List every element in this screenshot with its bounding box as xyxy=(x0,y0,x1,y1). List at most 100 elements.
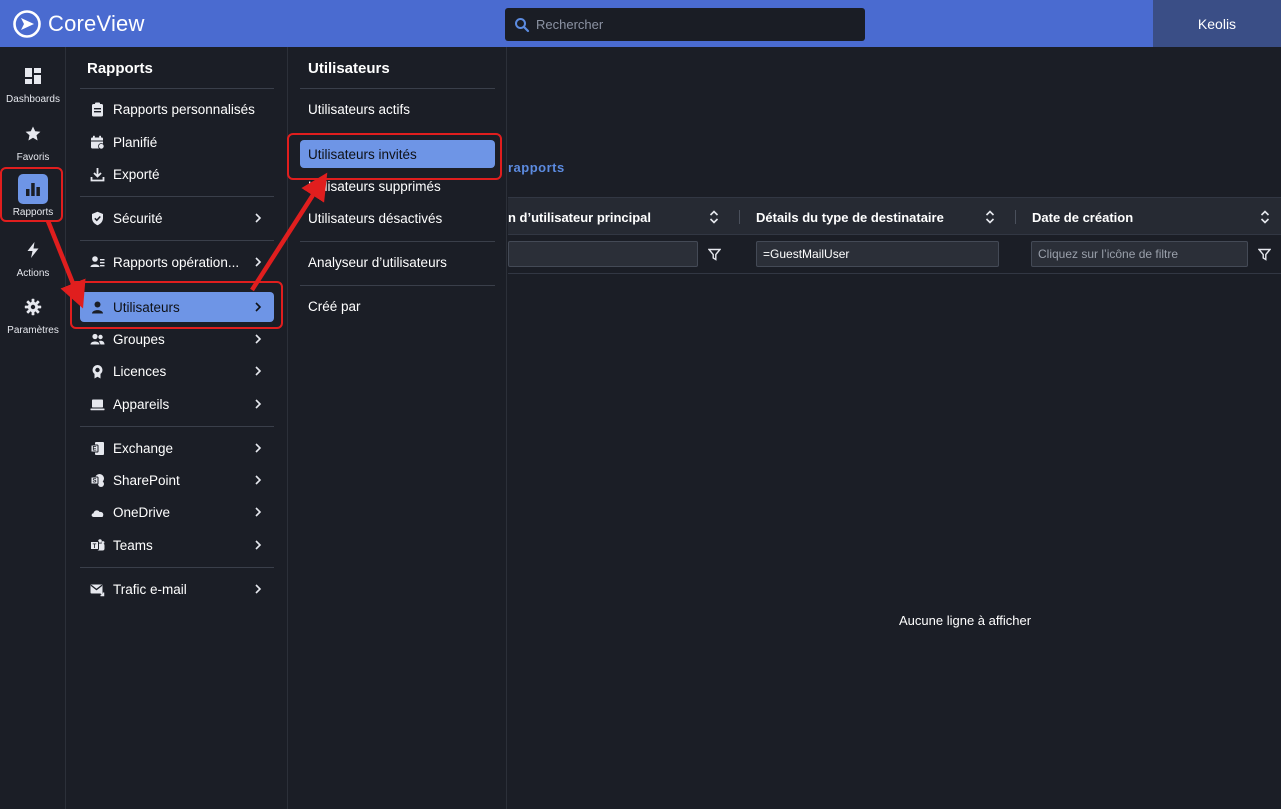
column-header-label: Date de création xyxy=(1032,209,1134,225)
download-icon xyxy=(89,166,105,182)
menu-item-label: Trafic e-mail xyxy=(113,581,187,597)
rail-item-favoris[interactable]: Favoris xyxy=(0,119,66,163)
filter-input-upn[interactable] xyxy=(508,241,698,267)
gear-icon xyxy=(18,292,48,322)
column-header-label: Détails du type de destinataire xyxy=(756,209,944,225)
chevron-right-icon xyxy=(255,302,262,312)
grid-header: n d’utilisateur principal Détails du typ… xyxy=(508,197,1281,235)
column-header-upn[interactable]: n d’utilisateur principal xyxy=(508,198,651,236)
filter-row xyxy=(508,236,1281,274)
menu-item-label: Appareils xyxy=(113,396,170,412)
submenu-item-label: Analyseur d’utilisateurs xyxy=(308,254,447,270)
divider xyxy=(300,285,495,286)
license-icon xyxy=(89,363,105,379)
sharepoint-icon: S xyxy=(89,472,105,488)
chevron-right-icon xyxy=(255,584,262,594)
submenu-item-utilisateurs-invites[interactable]: Utilisateurs invités xyxy=(300,140,495,168)
tenant-button[interactable]: Keolis xyxy=(1153,0,1281,47)
divider xyxy=(80,196,274,197)
coreview-logo[interactable]: CoreView xyxy=(12,9,145,39)
filter-icon[interactable] xyxy=(1258,248,1271,261)
cloud-icon xyxy=(89,504,105,520)
svg-text:E: E xyxy=(92,446,96,452)
filter-input-recipient-type[interactable] xyxy=(756,241,999,267)
menu-item-label: Groupes xyxy=(113,331,165,347)
chevron-right-icon xyxy=(255,507,262,517)
menu-item-appareils[interactable]: Appareils xyxy=(80,389,274,419)
menu-item-label: Sécurité xyxy=(113,210,163,226)
reports-menu: Rapports Rapports personnalisés Planifié… xyxy=(66,47,288,809)
rail-item-rapports[interactable]: Rapports xyxy=(0,174,66,218)
teams-icon: T xyxy=(89,537,105,553)
submenu-item-utilisateurs-actifs[interactable]: Utilisateurs actifs xyxy=(300,95,495,123)
menu-item-rapports-operationnels[interactable]: Rapports opération... xyxy=(80,247,274,277)
search-box[interactable] xyxy=(505,8,865,41)
submenu-item-label: Utilisateurs supprimés xyxy=(308,178,441,194)
calendar-clock-icon xyxy=(89,134,105,150)
submenu-item-label: Utilisateurs désactivés xyxy=(308,210,443,226)
submenu-item-utilisateurs-supprimes[interactable]: Utilisateurs supprimés xyxy=(300,172,495,200)
menu-item-label: Exporté xyxy=(113,166,160,182)
divider xyxy=(80,240,274,241)
users-submenu: Utilisateurs Utilisateurs actifs Utilisa… xyxy=(288,47,507,809)
menu-item-sharepoint[interactable]: S SharePoint xyxy=(80,465,274,495)
sort-icon[interactable] xyxy=(1259,209,1271,225)
chevron-right-icon xyxy=(255,257,262,267)
chevron-right-icon xyxy=(255,334,262,344)
menu-item-licences[interactable]: Licences xyxy=(80,356,274,386)
menu-item-groupes[interactable]: Groupes xyxy=(80,324,274,354)
bar-chart-icon xyxy=(18,174,48,204)
column-divider xyxy=(739,210,740,224)
rail-label: Favoris xyxy=(16,152,50,163)
menu-item-exchange[interactable]: E Exchange xyxy=(80,433,274,463)
chevron-right-icon xyxy=(255,213,262,223)
rail-label: Paramètres xyxy=(7,325,59,336)
search-input[interactable] xyxy=(536,17,856,32)
menu-item-trafic-email[interactable]: Trafic e-mail xyxy=(80,574,274,604)
user-icon xyxy=(89,299,105,315)
submenu-item-label: Utilisateurs actifs xyxy=(308,101,411,117)
reports-link[interactable]: rapports xyxy=(508,160,565,175)
filter-input-creation-date[interactable] xyxy=(1031,241,1248,267)
clipboard-icon xyxy=(89,101,105,117)
divider xyxy=(80,426,274,427)
chevron-right-icon xyxy=(255,366,262,376)
submenu-item-utilisateurs-desactives[interactable]: Utilisateurs désactivés xyxy=(300,204,495,232)
rail-label: Actions xyxy=(16,268,50,279)
menu-item-onedrive[interactable]: OneDrive xyxy=(80,497,274,527)
chevron-right-icon xyxy=(255,540,262,550)
menu-item-rapports-personnalises[interactable]: Rapports personnalisés xyxy=(80,94,274,124)
menu-item-teams[interactable]: T Teams xyxy=(80,530,274,560)
menu-item-label: Rapports personnalisés xyxy=(113,101,255,117)
chevron-right-icon xyxy=(255,443,262,453)
column-header-recipient-type[interactable]: Détails du type de destinataire xyxy=(756,198,944,236)
menu-item-utilisateurs[interactable]: Utilisateurs xyxy=(80,292,274,322)
reports-menu-title: Rapports xyxy=(87,60,153,77)
menu-item-planifie[interactable]: Planifié xyxy=(80,127,274,157)
menu-item-exporte[interactable]: Exporté xyxy=(80,159,274,189)
menu-item-securite[interactable]: Sécurité xyxy=(80,203,274,233)
rail-item-actions[interactable]: Actions xyxy=(0,235,66,279)
column-header-label: n d’utilisateur principal xyxy=(508,209,652,225)
menu-item-label: Utilisateurs xyxy=(113,299,180,315)
menu-item-label: Licences xyxy=(113,363,167,379)
column-header-creation-date[interactable]: Date de création xyxy=(1032,198,1133,236)
svg-text:T: T xyxy=(92,543,96,549)
rail-item-dashboards[interactable]: Dashboards xyxy=(0,61,66,105)
svg-text:S: S xyxy=(92,478,96,484)
filter-icon[interactable] xyxy=(708,248,721,261)
submenu-item-label: Utilisateurs invités xyxy=(308,146,417,162)
user-list-icon xyxy=(89,254,105,270)
submenu-item-cree-par[interactable]: Créé par xyxy=(300,292,495,320)
sort-icon[interactable] xyxy=(708,209,720,225)
submenu-item-analyseur-utilisateurs[interactable]: Analyseur d’utilisateurs xyxy=(300,248,495,276)
bolt-icon xyxy=(18,235,48,265)
sort-icon[interactable] xyxy=(984,209,996,225)
chevron-right-icon xyxy=(255,399,262,409)
laptop-icon xyxy=(89,396,105,412)
shield-icon xyxy=(89,210,105,226)
divider xyxy=(80,567,274,568)
rail-item-parametres[interactable]: Paramètres xyxy=(0,292,66,336)
divider xyxy=(300,88,495,89)
menu-item-label: Rapports opération... xyxy=(113,254,240,270)
